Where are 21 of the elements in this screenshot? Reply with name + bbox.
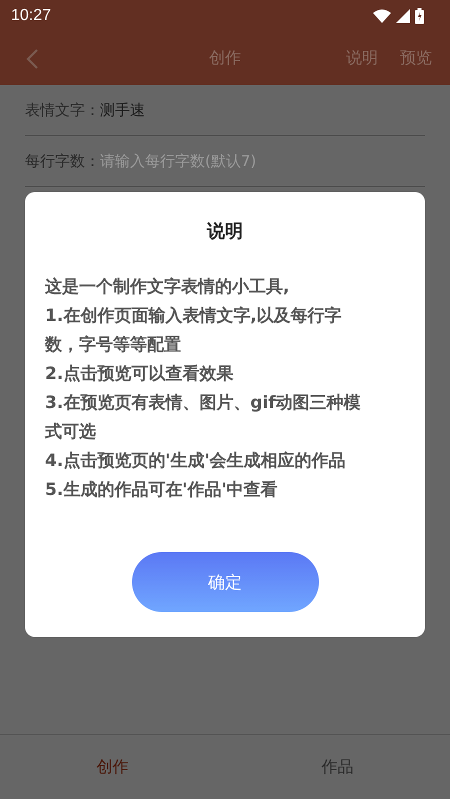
- signal-icon: [396, 9, 410, 23]
- instruction-text: 5.生成的作品可在'作品'中查看: [45, 479, 279, 502]
- field-label: 表情文字：: [25, 100, 100, 120]
- header-action-button[interactable]: 预览: [392, 44, 440, 73]
- status-time: 10:27: [11, 7, 52, 25]
- battery-icon: [415, 8, 424, 24]
- bottom-tab[interactable]: 作品: [225, 735, 450, 799]
- bottom-tab[interactable]: 创作: [0, 735, 225, 799]
- field-value: 测手速: [100, 100, 145, 120]
- back-icon[interactable]: [26, 48, 38, 68]
- instruction-text: 这是一个制作文字表情的小工具,: [45, 276, 290, 299]
- page-title: 创作: [209, 48, 241, 69]
- instruction-text: 1.在创作页面输入表情文字,以及每行字数，字号等等配置: [45, 305, 343, 357]
- dialog-title: 说明: [207, 220, 243, 243]
- instruction-text: 3.在预览页有表情、图片、gif动图三种模式可选: [45, 392, 362, 444]
- header-action-button[interactable]: 说明: [338, 44, 386, 73]
- field-label: 每行字数：: [25, 152, 100, 170]
- wifi-icon: [373, 9, 391, 23]
- instruction-text: 2.点击预览可以查看效果: [45, 363, 234, 386]
- confirm-button[interactable]: 确定: [132, 552, 318, 612]
- instruction-text: 4.点击预览页的'生成'会生成相应的作品: [45, 450, 347, 473]
